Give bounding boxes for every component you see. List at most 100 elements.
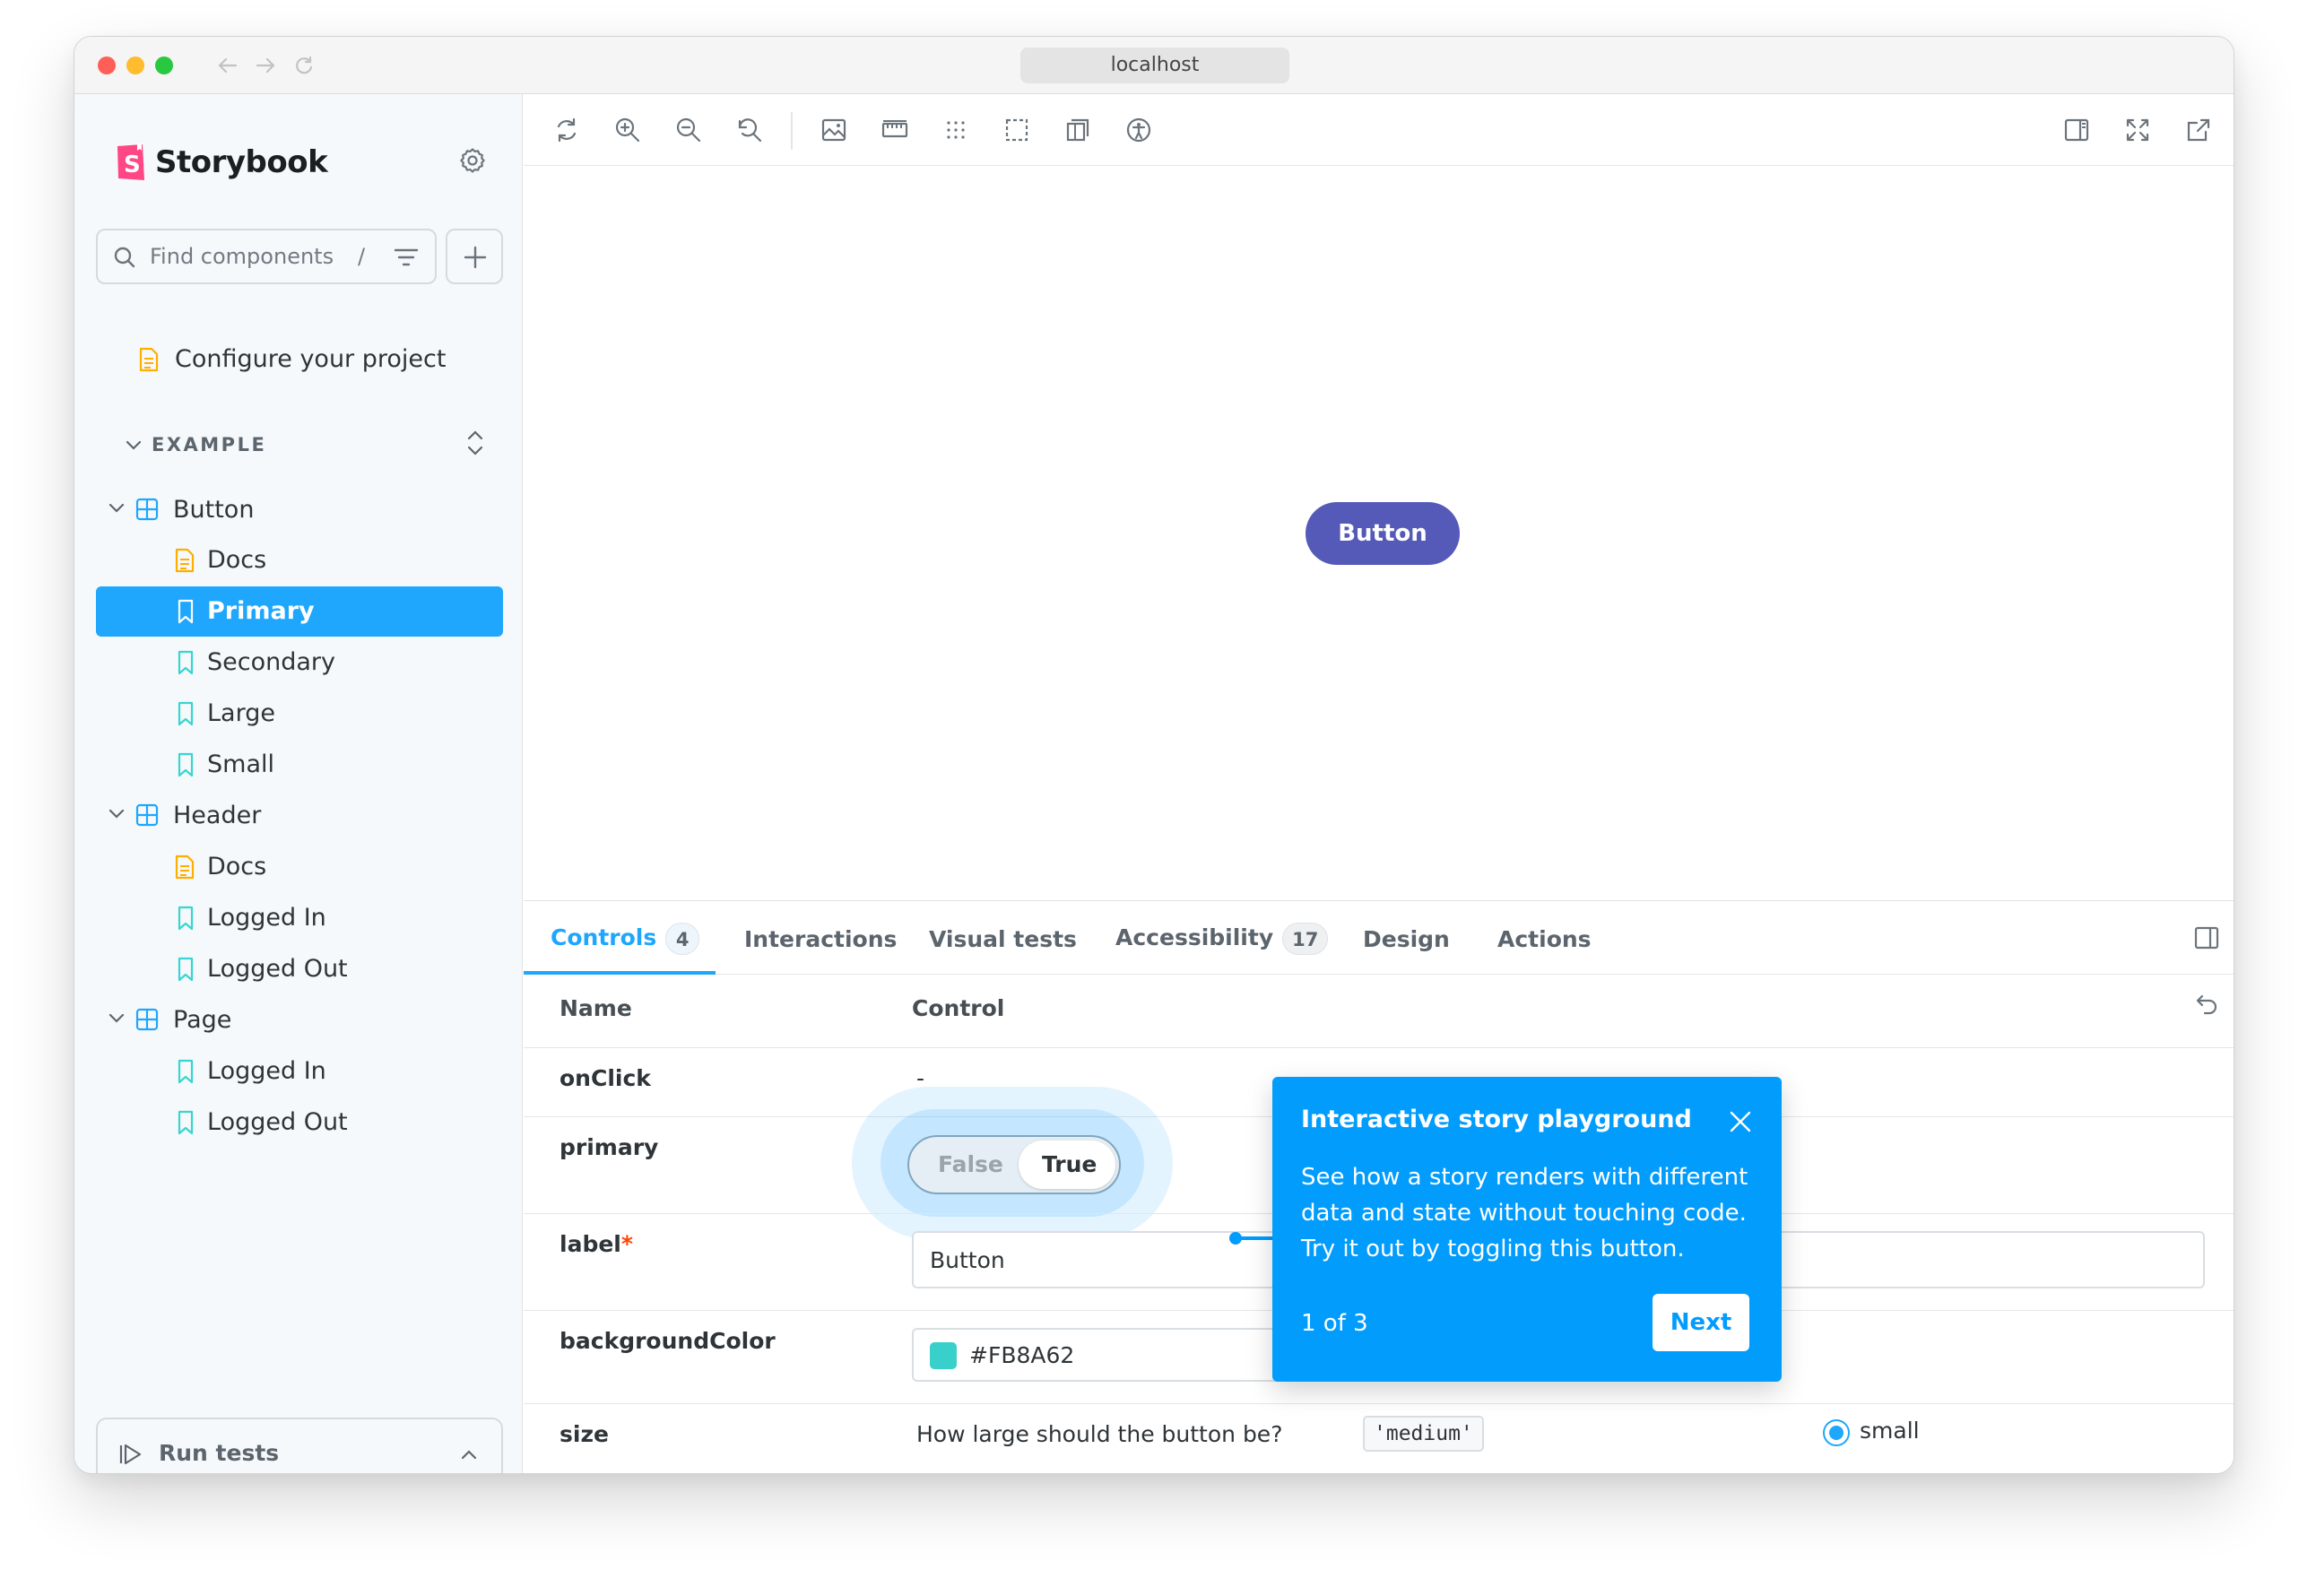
column-name-header: Name bbox=[560, 995, 632, 1021]
active-tab-indicator bbox=[524, 971, 716, 975]
chevron-down-icon bbox=[108, 809, 125, 819]
sidebar-toggle-icon[interactable] bbox=[2062, 116, 2091, 144]
tab-controls[interactable]: Controls 4 bbox=[551, 923, 700, 955]
maximize-window-button[interactable] bbox=[155, 56, 173, 74]
arg-name-onclick: onClick bbox=[560, 1065, 651, 1091]
color-value: #FB8A62 bbox=[969, 1342, 1075, 1368]
measure-icon[interactable] bbox=[1063, 116, 1092, 144]
tree-label: Logged In bbox=[207, 904, 326, 932]
outline-icon[interactable] bbox=[1002, 116, 1031, 144]
open-new-tab-icon[interactable] bbox=[2184, 116, 2213, 144]
configure-project-label: Configure your project bbox=[175, 345, 447, 373]
search-shortcut: / bbox=[358, 244, 366, 269]
add-component-button[interactable] bbox=[446, 229, 503, 284]
bookmark-icon bbox=[178, 957, 194, 982]
controls-count-badge: 4 bbox=[665, 923, 700, 955]
search-placeholder: Find components bbox=[150, 244, 334, 269]
expand-collapse-icon[interactable] bbox=[465, 428, 485, 458]
tree-component-header[interactable]: Header bbox=[96, 791, 503, 841]
tree-label: Logged Out bbox=[207, 1108, 348, 1136]
browser-window: localhost S Storybook Find components / … bbox=[74, 36, 2234, 1474]
background-image-icon[interactable] bbox=[820, 116, 848, 144]
size-radio-small[interactable] bbox=[1823, 1419, 1850, 1446]
onboarding-tooltip: Interactive story playground See how a s… bbox=[1272, 1077, 1782, 1382]
bookmark-icon bbox=[178, 752, 194, 777]
addons-tabs: Controls 4 Interactions Visual tests Acce… bbox=[524, 901, 2234, 975]
zoom-in-icon[interactable] bbox=[613, 116, 642, 144]
tree-story-docs[interactable]: Docs bbox=[96, 535, 503, 585]
search-icon bbox=[114, 247, 135, 268]
demo-primary-button[interactable]: Button bbox=[1306, 502, 1460, 565]
toggle-false-option[interactable]: False bbox=[938, 1151, 1003, 1177]
tree-label: Docs bbox=[207, 546, 267, 574]
document-icon bbox=[139, 347, 159, 372]
tree-component-page[interactable]: Page bbox=[96, 995, 503, 1045]
address-bar[interactable]: localhost bbox=[1020, 48, 1289, 83]
search-input[interactable]: Find components / bbox=[96, 229, 437, 284]
viewport-ruler-icon[interactable] bbox=[881, 116, 909, 144]
color-swatch[interactable] bbox=[930, 1342, 957, 1369]
tree-story-logged-out[interactable]: Logged Out bbox=[96, 944, 503, 994]
minimize-window-button[interactable] bbox=[126, 56, 144, 74]
grid-icon[interactable] bbox=[941, 116, 970, 144]
tab-accessibility[interactable]: Accessibility 17 bbox=[1115, 923, 1329, 955]
tree-story-logged-in[interactable]: Logged In bbox=[96, 1046, 503, 1097]
document-icon bbox=[175, 548, 195, 573]
tooltip-body: See how a story renders with different d… bbox=[1301, 1164, 1748, 1262]
tree-story-logged-in[interactable]: Logged In bbox=[96, 893, 503, 943]
fullscreen-icon[interactable] bbox=[2123, 116, 2152, 144]
remount-icon[interactable] bbox=[552, 116, 581, 144]
tab-actions[interactable]: Actions bbox=[1497, 926, 1592, 952]
settings-gear-icon[interactable] bbox=[458, 146, 487, 175]
tab-design[interactable]: Design bbox=[1363, 926, 1450, 952]
story-canvas: Button bbox=[524, 167, 2234, 900]
tree-story-large[interactable]: Large bbox=[96, 689, 503, 739]
forward-arrow-icon[interactable] bbox=[254, 55, 277, 76]
panel-orientation-icon[interactable] bbox=[2193, 924, 2220, 951]
bookmark-icon bbox=[178, 701, 194, 726]
chevron-down-icon[interactable] bbox=[125, 438, 143, 451]
tree-story-docs[interactable]: Docs bbox=[96, 842, 503, 892]
run-tests-button[interactable]: Run tests bbox=[96, 1418, 503, 1473]
tab-interactions[interactable]: Interactions bbox=[744, 926, 897, 952]
close-window-button[interactable] bbox=[98, 56, 116, 74]
sidebar: S Storybook Find components / Configure … bbox=[74, 94, 523, 1473]
tab-visual-tests[interactable]: Visual tests bbox=[929, 926, 1077, 952]
toggle-true-option[interactable]: True bbox=[1019, 1141, 1115, 1189]
accessibility-icon[interactable] bbox=[1124, 116, 1153, 144]
tree-component-button[interactable]: Button bbox=[96, 485, 503, 535]
section-example-header[interactable]: EXAMPLE bbox=[152, 434, 266, 455]
tab-label: Controls bbox=[551, 924, 657, 950]
label-input-value: Button bbox=[930, 1247, 1005, 1273]
tree-story-secondary[interactable]: Secondary bbox=[96, 638, 503, 688]
size-radio-small-label[interactable]: small bbox=[1860, 1418, 1920, 1444]
document-icon bbox=[175, 854, 195, 880]
zoom-out-icon[interactable] bbox=[674, 116, 703, 144]
bookmark-icon bbox=[178, 650, 194, 675]
arg-name-text: label bbox=[560, 1231, 621, 1257]
chevron-up-icon[interactable] bbox=[460, 1448, 478, 1461]
tooltip-connector-dot bbox=[1229, 1232, 1242, 1245]
back-arrow-icon[interactable] bbox=[216, 55, 239, 76]
bookmark-icon bbox=[178, 1110, 194, 1135]
zoom-reset-icon[interactable] bbox=[735, 116, 764, 144]
tree-story-logged-out[interactable]: Logged Out bbox=[96, 1097, 503, 1148]
column-control-header: Control bbox=[912, 995, 1005, 1021]
size-description: How large should the button be? bbox=[916, 1421, 1283, 1447]
brand-name: Storybook bbox=[155, 144, 328, 180]
plus-icon bbox=[464, 246, 487, 269]
toggle-true-label: True bbox=[1042, 1151, 1097, 1177]
primary-boolean-toggle[interactable]: False True bbox=[907, 1135, 1121, 1194]
tree-story-small[interactable]: Small bbox=[96, 740, 503, 790]
svg-text:S: S bbox=[124, 152, 141, 178]
reset-controls-icon[interactable] bbox=[2193, 991, 2220, 1018]
filter-icon[interactable] bbox=[394, 247, 419, 268]
reload-icon[interactable] bbox=[293, 55, 315, 76]
size-default-value: 'medium' bbox=[1363, 1416, 1484, 1452]
tree-story-primary[interactable]: Primary bbox=[96, 586, 503, 637]
close-icon[interactable] bbox=[1728, 1109, 1753, 1134]
configure-project-link[interactable]: Configure your project bbox=[96, 334, 503, 385]
tree-label: Secondary bbox=[207, 648, 335, 676]
tooltip-next-button[interactable]: Next bbox=[1653, 1294, 1749, 1351]
arg-name-background-color: backgroundColor bbox=[560, 1328, 776, 1354]
